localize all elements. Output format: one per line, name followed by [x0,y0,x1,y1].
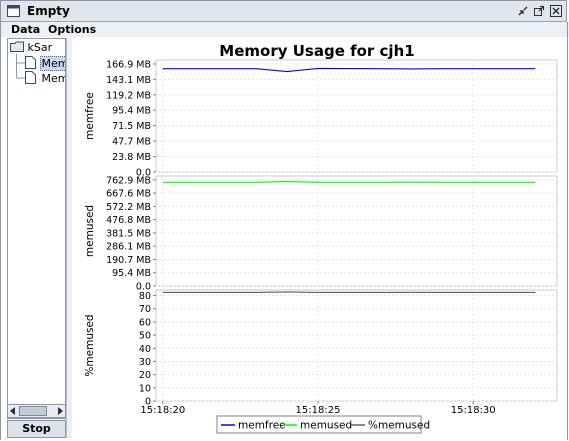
y-tick-label: 667.6 MB [106,189,151,200]
chart-panel-memused: 762.9 MB 667.6 MB 572.2 MB 476.8 MB 381.5 MB… [84,175,558,293]
y-tick-label: 50 [139,331,151,342]
minimize-icon[interactable] [517,5,529,17]
window-titlebar[interactable]: Empty [0,0,567,22]
y-tick-label: 762.9 MB [106,175,151,186]
x-tick-label: 15:18:30 [451,405,496,416]
maximize-icon[interactable] [533,5,545,17]
window-title: Empty [27,4,70,18]
y-tick-label: 47.7 MB [112,137,151,148]
chart-panel-pctmemused: 80706050403020100%memused [84,289,558,408]
folder-icon [10,41,24,52]
legend-label: memfree [238,420,286,432]
menu-options[interactable]: Options [48,22,96,37]
y-tick-label: 60 [139,317,151,328]
y-tick-label: 30 [139,357,151,368]
plot-frame [155,289,558,402]
chart-container: Memory Usage for cjh1 166.9 MB 143.1 MB 11… [72,38,567,438]
y-tick-label: 381.5 MB [106,228,151,239]
y-tick-label: 119.2 MB [106,90,151,101]
x-tick-label: 15:18:20 [140,405,185,416]
plot-frame [155,175,558,287]
y-tick-label: 95.4 MB [112,106,151,117]
tree-root-label: kSar [27,41,53,54]
y-tick-label: 143.1 MB [106,75,151,86]
y-tick-label: 40 [139,344,151,355]
chart-legend: memfree memused %memused [216,415,430,434]
y-tick-label: 23.8 MB [112,152,151,163]
close-icon[interactable] [550,5,562,17]
tree-panel[interactable]: kSar Memc Meme [7,38,66,419]
y-tick-label: 80 [139,291,151,302]
y-tick-label: 572.2 MB [106,202,151,213]
memory-chart: Memory Usage for cjh1 166.9 MB 143.1 MB 11… [84,42,558,434]
scroll-left-icon[interactable] [9,407,17,415]
stop-button[interactable]: Stop [7,420,66,438]
y-tick-label: 71.5 MB [112,121,151,132]
tree-item-memory-2[interactable]: Meme [25,71,66,85]
y-axis-label: memused [84,205,96,257]
legend-label: memused [300,420,352,432]
y-tick-label: 95.4 MB [112,268,151,279]
tree-item-memory-1[interactable]: Memc [25,56,65,71]
y-tick-label: 190.7 MB [106,255,151,266]
y-tick-label: 166.9 MB [106,59,151,70]
document-icon [25,71,36,84]
tree-root[interactable]: kSar [10,41,52,55]
chart-title: Memory Usage for cjh1 [219,42,414,60]
tree-item-label: Memc [39,56,65,71]
chart-panel-memfree: 166.9 MB 143.1 MB 119.2 MB 95.4 MB 71.5 MB 47… [84,59,558,179]
y-tick-label: 20 [139,370,151,381]
tree-horizontal-scrollbar[interactable] [7,404,66,418]
y-tick-label: 70 [139,304,151,315]
scroll-right-icon[interactable] [56,407,64,415]
plot-frame [155,59,558,173]
menu-bar: Data Options [0,22,569,37]
y-tick-label: 286.1 MB [106,242,151,253]
x-tick-label: 15:18:25 [296,405,341,416]
scroll-thumb[interactable] [19,406,47,416]
series-line-pctmemused [162,291,536,293]
app-window-icon [7,5,20,17]
y-tick-label: 476.8 MB [106,215,151,226]
window-left-border [0,0,1,440]
y-tick-label: 10 [139,383,151,394]
document-icon [25,56,36,69]
y-axis-label: memfree [84,92,96,140]
window-right-border [567,22,568,440]
y-axis-label: %memused [84,314,96,376]
tree-item-label: Meme [41,72,66,85]
legend-label: %memused [368,420,430,432]
menu-data[interactable]: Data [11,22,40,37]
